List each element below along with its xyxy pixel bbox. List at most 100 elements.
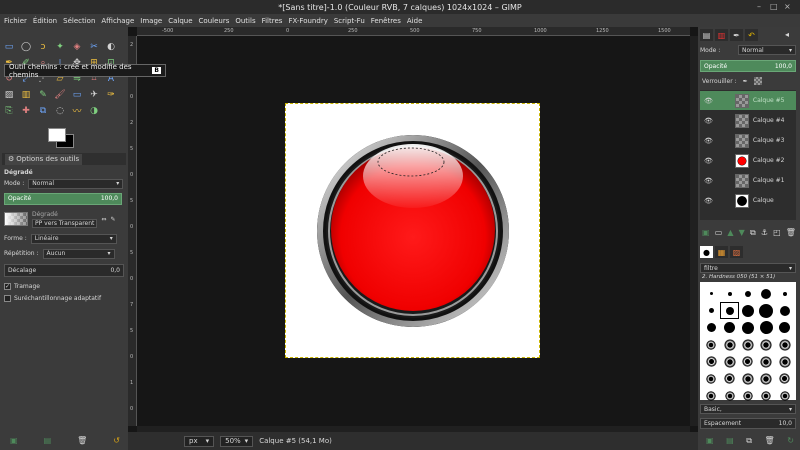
brush-item[interactable] [758,320,774,335]
brush-item[interactable] [740,337,756,352]
edit-gradient-icon[interactable]: ✎ [110,216,115,223]
airbrush-icon[interactable]: ✈ [87,88,101,101]
brush-item[interactable] [740,286,756,301]
color-select-icon[interactable]: ◈ [70,40,84,53]
mode-select[interactable]: Normal ▾ [28,178,124,189]
pencil-icon[interactable]: ✎ [36,88,50,101]
lock-pixels-icon[interactable]: ✒ [743,78,748,85]
menu-couleurs[interactable]: Couleurs [199,17,230,25]
brush-item[interactable] [758,337,774,352]
duplicate-layer-icon[interactable]: ⧉ [750,228,756,238]
duplicate-brush-icon[interactable]: ⧉ [746,436,752,446]
minimize-button[interactable]: – [757,2,761,11]
brush-item[interactable] [740,303,756,318]
zoom-select[interactable]: 50% ▾ [220,435,254,447]
offset-slider[interactable]: Décalage 0,0 [4,263,124,277]
delete-brush-icon[interactable]: 🗑 [765,436,775,446]
new-group-icon[interactable]: ▭ [715,228,723,238]
brush-filter-select[interactable]: filtre ▾ [700,263,796,273]
dock-menu-icon[interactable]: ◂ [785,30,789,39]
blend-icon[interactable]: ▥ [19,88,33,101]
brush-item[interactable] [777,354,793,369]
foreground-color[interactable] [48,128,66,142]
lower-layer-icon[interactable]: ▼ [739,228,745,238]
brush-item[interactable] [740,354,756,369]
visibility-eye-icon[interactable]: 👁 [704,177,713,185]
layer-row[interactable]: 👁 Calque #1 [700,171,796,190]
brush-item[interactable] [777,388,793,403]
close-button[interactable]: × [784,2,791,11]
brush-selected[interactable] [720,302,739,319]
edit-brush-icon[interactable]: ▣ [706,436,714,446]
visibility-eye-icon[interactable]: 👁 [704,137,713,145]
brush-item[interactable] [777,303,793,318]
spacing-slider[interactable]: Espacement 10,0 [700,418,796,429]
image-canvas[interactable] [285,103,540,358]
brush-item[interactable] [758,286,774,301]
paintbrush-icon[interactable]: 🖌 [53,88,67,101]
layer-row[interactable]: 👁 Calque #3 [700,131,796,150]
paths-tab-icon[interactable]: ✒ [730,29,743,41]
brush-item[interactable] [777,320,793,335]
color-swatches[interactable] [48,128,78,150]
ellipse-select-icon[interactable]: ◯ [19,40,33,53]
brushes-tab-icon[interactable]: ● [700,246,713,258]
gradients-tab-icon[interactable]: ▨ [730,246,743,258]
menu-aide[interactable]: Aide [407,17,422,25]
brush-item[interactable] [740,371,756,386]
menu-image[interactable]: Image [140,17,162,25]
clone-icon[interactable]: ⎘ [2,104,16,117]
delete-layer-icon[interactable]: 🗑 [786,228,796,238]
bucket-fill-icon[interactable]: ▨ [2,88,16,101]
gradient-preview[interactable] [4,212,28,226]
brush-item[interactable] [703,388,719,403]
brush-item[interactable] [721,371,737,386]
blur-icon[interactable]: ◌ [53,104,67,117]
unit-select[interactable]: px ▾ [184,435,215,447]
perspective-clone-icon[interactable]: ⧉ [36,104,50,117]
brush-item[interactable] [703,337,719,352]
brush-item[interactable] [703,354,719,369]
brush-item[interactable] [758,388,774,403]
brush-item[interactable] [758,354,774,369]
brush-item[interactable] [758,303,774,318]
scissors-icon[interactable]: ✂ [87,40,101,53]
menu-script-fu[interactable]: Script-Fu [334,17,365,25]
brush-item[interactable] [740,388,756,403]
brush-preset-select[interactable]: Basic, ▾ [700,404,796,414]
menu-fenetres[interactable]: Fenêtres [371,17,401,25]
vertical-scrollbar[interactable] [690,36,698,426]
layer-mode-select[interactable]: Normal ▾ [738,45,796,55]
repeat-select[interactable]: Aucun ▾ [42,248,115,259]
undo-tab-icon[interactable]: ↶ [745,29,758,41]
dodge-icon[interactable]: ◑ [87,104,101,117]
visibility-eye-icon[interactable]: 👁 [704,97,713,105]
menu-outils[interactable]: Outils [235,17,255,25]
brush-item[interactable] [777,337,793,352]
brush-item[interactable] [740,320,756,335]
tab-tool-options[interactable]: ⚙ Options des outils [5,153,83,165]
eraser-icon[interactable]: ▭ [70,88,84,101]
heal-icon[interactable]: ✚ [19,104,33,117]
brush-item[interactable] [721,286,737,301]
refresh-brush-icon[interactable]: ↻ [787,436,794,446]
restore-options-icon[interactable]: ▤ [44,436,52,445]
brush-item[interactable] [721,337,737,352]
foreground-select-icon[interactable]: ◐ [104,40,118,53]
layers-tab-icon[interactable]: ▤ [700,29,713,41]
brush-item[interactable] [703,303,719,318]
visibility-eye-icon[interactable]: 👁 [704,197,713,205]
brush-item[interactable] [703,286,719,301]
brush-item[interactable] [721,388,737,403]
rect-select-icon[interactable]: ▭ [2,40,16,53]
opacity-slider[interactable]: Opacité 100,0 [4,192,122,205]
reset-options-icon[interactable]: ↺ [113,436,120,445]
brush-item[interactable] [758,371,774,386]
smudge-icon[interactable]: 〰 [70,104,84,117]
menu-affichage[interactable]: Affichage [101,17,134,25]
brush-item[interactable] [703,320,719,335]
menu-fx-foundry[interactable]: FX-Foundry [288,17,327,25]
patterns-tab-icon[interactable]: ▦ [715,246,728,258]
menu-calque[interactable]: Calque [168,17,192,25]
maximize-button[interactable]: □ [770,2,778,11]
